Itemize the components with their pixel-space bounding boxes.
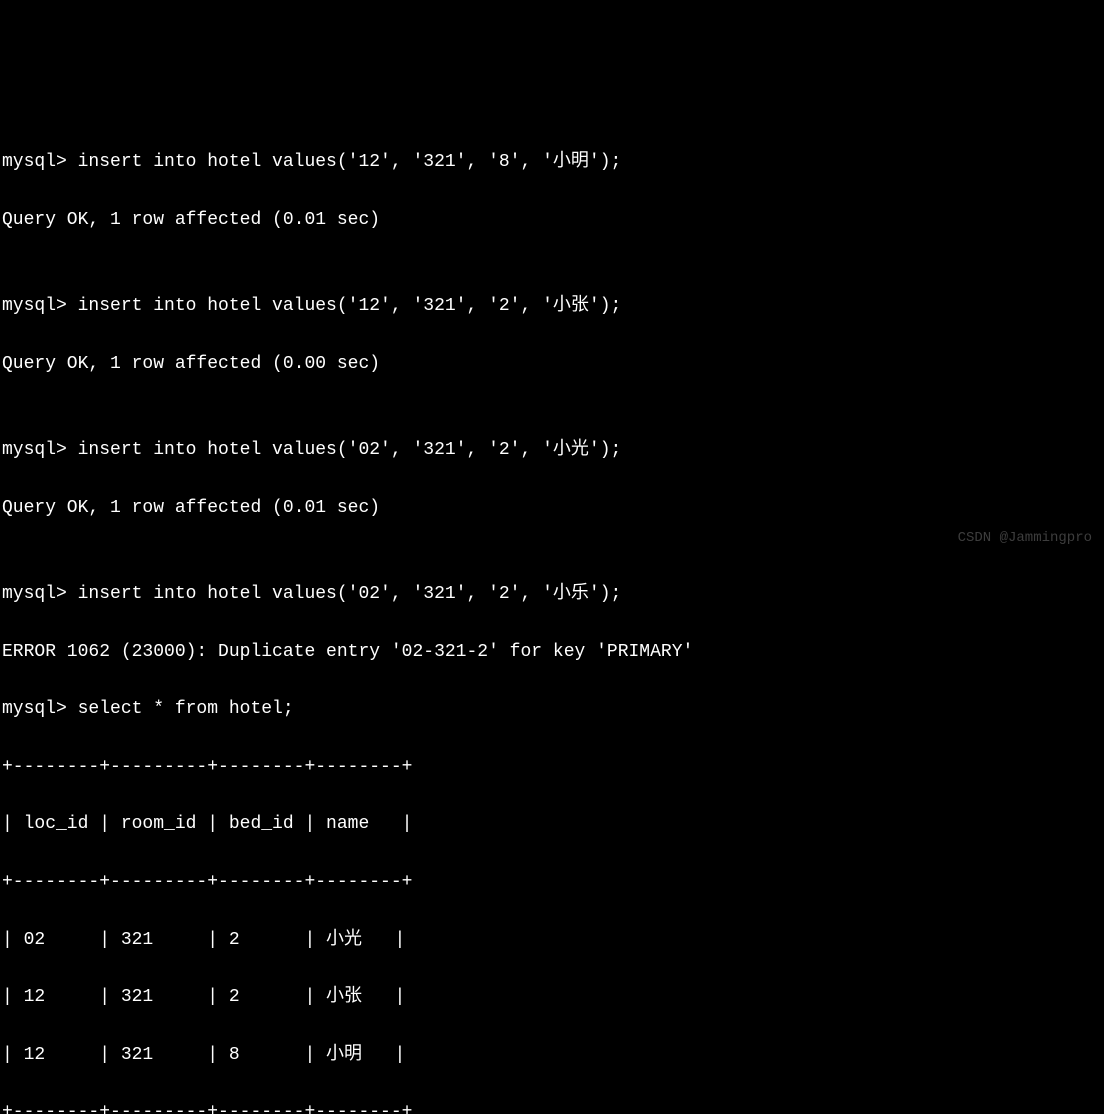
query-result-line: Query OK, 1 row affected (0.01 sec) [2, 206, 1102, 235]
watermark-text: CSDN @Jammingpro [958, 527, 1092, 549]
table-row: | 12 | 321 | 8 | 小明 | [2, 1041, 1102, 1070]
error-line: ERROR 1062 (23000): Duplicate entry '02-… [2, 638, 1102, 667]
sql-command-line: mysql> insert into hotel values('12', '3… [2, 292, 1102, 321]
sql-command-line: mysql> insert into hotel values('02', '3… [2, 580, 1102, 609]
query-result-line: Query OK, 1 row affected (0.01 sec) [2, 494, 1102, 523]
sql-command-line: mysql> select * from hotel; [2, 695, 1102, 724]
table-border-line: +--------+---------+--------+--------+ [2, 753, 1102, 782]
table-row: | 12 | 321 | 2 | 小张 | [2, 983, 1102, 1012]
table-row: | 02 | 321 | 2 | 小光 | [2, 926, 1102, 955]
table-border-line: +--------+---------+--------+--------+ [2, 1098, 1102, 1114]
terminal-output: mysql> insert into hotel values('12', '3… [2, 119, 1102, 1114]
table-header-line: | loc_id | room_id | bed_id | name | [2, 810, 1102, 839]
sql-command-line: mysql> insert into hotel values('02', '3… [2, 436, 1102, 465]
sql-command-line: mysql> insert into hotel values('12', '3… [2, 148, 1102, 177]
table-border-line: +--------+---------+--------+--------+ [2, 868, 1102, 897]
query-result-line: Query OK, 1 row affected (0.00 sec) [2, 350, 1102, 379]
